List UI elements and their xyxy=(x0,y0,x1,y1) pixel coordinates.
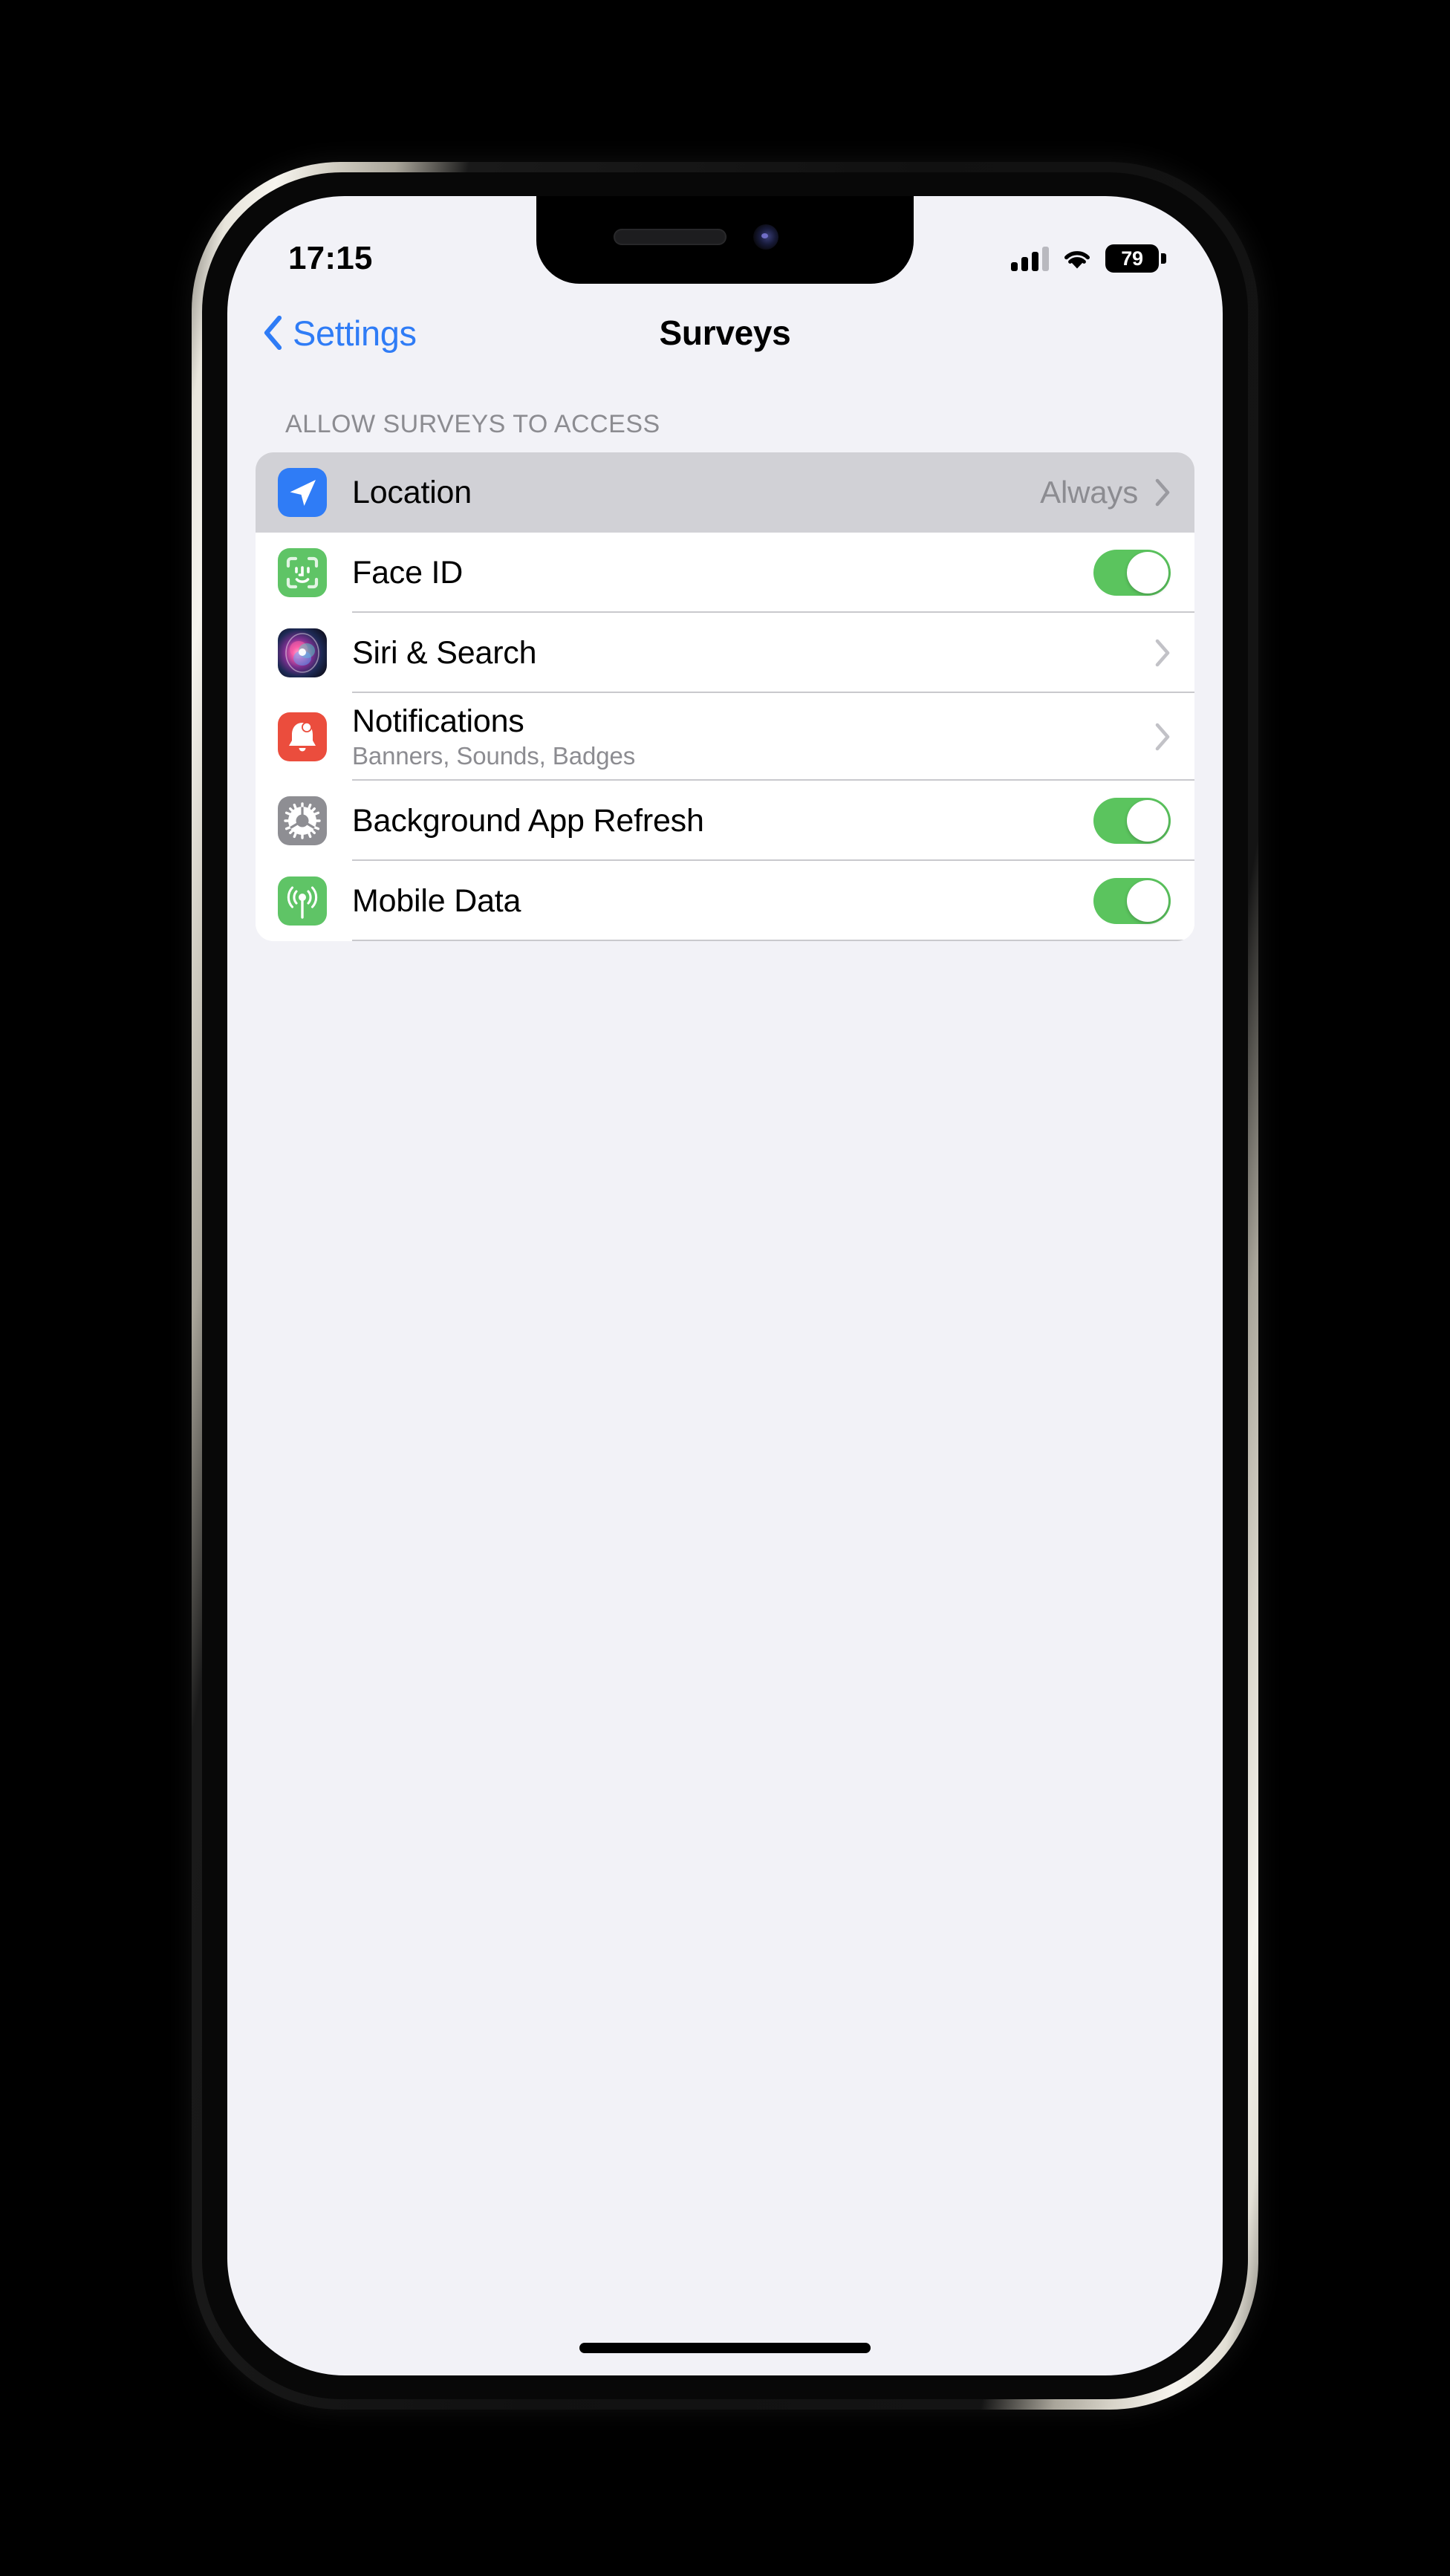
status-bar-indicators: 79 xyxy=(1011,244,1166,273)
face-id-toggle[interactable] xyxy=(1093,550,1171,596)
display-notch xyxy=(536,196,914,284)
back-button-label: Settings xyxy=(293,313,417,353)
home-indicator[interactable] xyxy=(579,2343,871,2353)
settings-row-text: Mobile Data xyxy=(352,873,1093,929)
gear-icon xyxy=(278,796,327,846)
settings-row-mobile-data[interactable]: Mobile Data xyxy=(256,861,1194,942)
front-camera-icon xyxy=(753,224,778,250)
toggle-knob xyxy=(1127,800,1168,842)
settings-group: Location Always Face ID Siri & Search No… xyxy=(256,452,1194,942)
siri-orb-icon xyxy=(278,628,327,677)
bell-icon xyxy=(278,712,327,762)
settings-row-text: Location xyxy=(352,464,1040,521)
settings-row-text: Background App Refresh xyxy=(352,793,1093,849)
wifi-icon xyxy=(1064,251,1090,269)
settings-row-sublabel: Banners, Sounds, Badges xyxy=(352,742,636,770)
mobile-data-toggle[interactable] xyxy=(1093,878,1171,925)
settings-row-notifications[interactable]: Notifications Banners, Sounds, Badges xyxy=(256,693,1194,781)
settings-row-label: Location xyxy=(352,474,472,510)
earpiece-speaker-icon xyxy=(614,229,726,245)
chevron-left-icon xyxy=(264,316,282,350)
screenshot-canvas: 17:15 79 Surveys Settings ALLOW SURVEYS … xyxy=(0,0,1450,2576)
cellular-signal-icon xyxy=(1011,246,1049,271)
chevron-right-icon xyxy=(1155,639,1170,667)
row-separator xyxy=(352,940,1194,942)
settings-row-text: Notifications Banners, Sounds, Badges xyxy=(352,693,1154,781)
settings-row-background-app-refresh[interactable]: Background App Refresh xyxy=(256,781,1194,862)
face-id-icon xyxy=(278,548,327,597)
settings-content: ALLOW SURVEYS TO ACCESS Location Always xyxy=(227,374,1223,2375)
settings-row-face-id[interactable]: Face ID xyxy=(256,533,1194,613)
toggle-knob xyxy=(1127,552,1168,593)
settings-row-value: Always xyxy=(1040,475,1138,510)
settings-row-label: Siri & Search xyxy=(352,634,537,671)
settings-row-label: Notifications xyxy=(352,703,524,739)
location-arrow-icon xyxy=(278,468,327,517)
battery-cap xyxy=(1161,253,1166,264)
phone-screen: 17:15 79 Surveys Settings ALLOW SURVEYS … xyxy=(227,196,1223,2375)
settings-row-label: Background App Refresh xyxy=(352,803,704,839)
chevron-right-icon xyxy=(1155,723,1170,751)
background-app-refresh-toggle[interactable] xyxy=(1093,798,1171,845)
settings-row-label: Mobile Data xyxy=(352,883,521,920)
settings-row-location[interactable]: Location Always xyxy=(256,452,1194,533)
navigation-bar: Surveys Settings xyxy=(227,291,1223,374)
back-button[interactable]: Settings xyxy=(263,313,417,354)
settings-row-text: Siri & Search xyxy=(352,625,1154,681)
settings-row-siri-and-search[interactable]: Siri & Search xyxy=(256,613,1194,693)
chevron-right-icon xyxy=(1155,478,1170,507)
settings-row-text: Face ID xyxy=(352,544,1093,601)
battery-icon: 79 xyxy=(1105,244,1166,273)
settings-row-label: Face ID xyxy=(352,554,464,591)
cellular-antenna-icon xyxy=(278,876,327,926)
status-bar-clock: 17:15 xyxy=(288,240,373,276)
toggle-knob xyxy=(1127,880,1168,923)
battery-percent-label: 79 xyxy=(1105,244,1159,273)
section-header: ALLOW SURVEYS TO ACCESS xyxy=(285,410,660,438)
